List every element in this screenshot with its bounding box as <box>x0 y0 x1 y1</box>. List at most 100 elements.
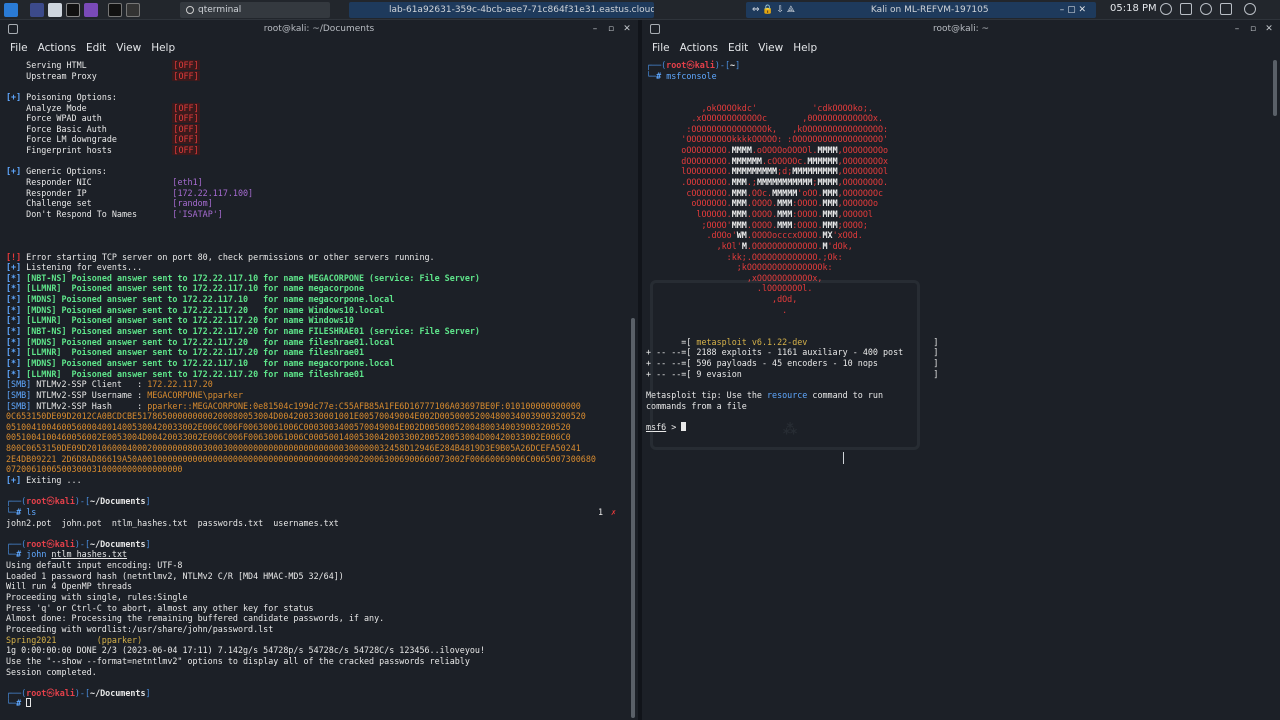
prompt-line: ┌──(root㉿kali)-[~/Documents] <box>6 496 628 507</box>
task-label: Kali on ML-REFVM-197105 <box>870 4 989 15</box>
msf-art-text: 'oOO. <box>797 187 823 198</box>
minimize-icon[interactable]: – <box>590 24 600 34</box>
blank-line <box>6 486 628 497</box>
msf-art-line: ;kOOOOOOOOOOOOOOOk: <box>646 262 1270 273</box>
workspace-2-icon[interactable] <box>126 2 140 17</box>
john-output: Proceeding with wordlist:/usr/share/john… <box>6 623 274 634</box>
output-line: Will run 4 OpenMP threads <box>6 581 628 592</box>
event-prefix: [*] <box>6 304 22 315</box>
task-browser-lab[interactable]: lab-61a92631-359c-4bcb-aee7-71c864f31e31… <box>349 1 654 18</box>
msf-art-text: MMMM <box>817 145 838 156</box>
close-icon[interactable]: ✕ <box>1264 24 1274 34</box>
msf-art-text: WM <box>736 230 747 241</box>
msf-art-text: MX <box>822 230 833 241</box>
menubar-left: File Actions Edit View Help <box>0 38 638 58</box>
event-text: Listening for events... <box>21 262 143 273</box>
menu-view[interactable]: View <box>758 42 783 54</box>
msf-art-text: ,OOOOOOOOx <box>837 155 889 166</box>
kali-watermark-icon: ⁂ <box>782 422 798 438</box>
prompt-user: root <box>26 687 47 698</box>
msf-art-text: MMM <box>731 219 747 230</box>
notification-icon[interactable] <box>1200 3 1212 15</box>
close-icon[interactable]: ✕ <box>622 24 632 34</box>
prompt-host: kali <box>54 496 75 507</box>
terminal-launcher-icon[interactable] <box>66 2 80 17</box>
responder-option-line: [+] Poisoning Options: <box>6 92 628 103</box>
john-summary: Session completed. <box>6 666 97 677</box>
exit-text: Exiting ... <box>21 474 82 485</box>
msf-art-text: .cOOOOOc. <box>761 155 808 166</box>
task-kali-vm[interactable]: ⇔ 🔒 ⇩ ⟁ Kali on ML-REFVM-197105 – ▢ ✕ <box>746 1 1096 18</box>
menu-edit[interactable]: Edit <box>728 42 748 54</box>
msf-art-line: 'OOOOOOOOOkkkkOOOOO: :OOOOOOOOOOOOOOOOOO… <box>646 134 1270 145</box>
responder-option-line: Serving HTML [OFF] <box>6 60 628 71</box>
minimize-icon[interactable]: – <box>1232 24 1242 34</box>
scrollbar-right[interactable] <box>1273 60 1277 116</box>
prompt-frame: ┌──( <box>6 687 27 698</box>
msf-art-line: ,okOOOOkdc' 'cdkOOOOko;. <box>646 103 1270 114</box>
msf-art-text: MMM <box>777 219 793 230</box>
smb-tag: [SMB] <box>6 400 32 411</box>
terminal-left[interactable]: root@kali: ~/Documents – ▫ ✕ File Action… <box>0 20 638 720</box>
msf-art-text: ,OOOOOl <box>837 208 873 219</box>
prompt-frame: └─ <box>6 506 17 517</box>
msf-art-line: ;OOOO'MMM.OOOO.MMM:OOOO.MMM;OOOO; <box>646 220 1270 231</box>
msf-art-text: :OOOO. <box>792 219 823 230</box>
msf-art-text: MMM <box>731 177 747 188</box>
network-icon[interactable] <box>1160 3 1172 15</box>
prompt-path: ~/Documents <box>90 538 146 549</box>
file-manager-icon[interactable] <box>48 2 62 17</box>
menu-edit[interactable]: Edit <box>86 42 106 54</box>
responder-option-line: Force Basic Auth [OFF] <box>6 123 628 135</box>
show-desktop-icon[interactable] <box>30 2 44 17</box>
vm-window-buttons[interactable]: – ▢ ✕ <box>1060 5 1086 15</box>
terminal-output-left[interactable]: Serving HTML [OFF] Upstream Proxy [OFF][… <box>6 60 628 709</box>
option-label: Force LM downgrade <box>6 134 173 145</box>
menu-file[interactable]: File <box>652 42 670 54</box>
volume-icon[interactable] <box>1180 3 1192 15</box>
scrollbar-left[interactable] <box>631 318 635 718</box>
menu-help[interactable]: Help <box>793 42 817 54</box>
hash-text: 07200610065003000310000000000000000 <box>6 464 183 475</box>
menu-actions[interactable]: Actions <box>680 42 718 54</box>
clock[interactable]: 05:18 PM <box>1110 3 1157 14</box>
maximize-icon[interactable]: ▫ <box>606 24 616 34</box>
prompt-frame: ┌──( <box>6 496 27 507</box>
prompt-host: kali <box>54 687 75 698</box>
maximize-icon[interactable]: ▫ <box>1248 24 1258 34</box>
power-icon[interactable] <box>1244 3 1256 15</box>
output-line: Use the "--show --format=netntlmv2" opti… <box>6 656 628 667</box>
prompt-user: root <box>666 60 687 70</box>
option-off-badge: [OFF] <box>172 70 200 81</box>
msf-art-text: ;OOOO; <box>837 219 868 230</box>
menu-view[interactable]: View <box>116 42 141 54</box>
responder-option-line: [+] Generic Options: <box>6 166 628 177</box>
msf-art-text: ,okOOOOkdc' 'cdkOOOOko;. <box>646 102 873 113</box>
menu-help[interactable]: Help <box>151 42 175 54</box>
browser-icon[interactable] <box>84 2 98 17</box>
command-line: └─# <box>6 698 628 709</box>
msf-art-text: :OOOOOOOOOOOOOOOk, ,kOOOOOOOOOOOOOOOO: <box>646 123 889 134</box>
prompt-hash: # <box>16 549 27 560</box>
event-prefix: [*] <box>6 315 22 326</box>
output-line: john2.pot john.pot ntlm_hashes.txt passw… <box>6 518 628 529</box>
workspace-1-icon[interactable] <box>108 2 122 17</box>
menu-actions[interactable]: Actions <box>38 42 76 54</box>
option-value: [random] <box>172 198 213 209</box>
event-line: [*] [LLMNR] Poisoned answer sent to 172.… <box>6 315 628 326</box>
event-text: [LLMNR] Poisoned answer sent to 172.22.1… <box>21 368 365 379</box>
prompt-skull-icon: ㉿ <box>686 60 695 70</box>
kali-menu-icon[interactable] <box>4 2 18 17</box>
vm-controls-icon: ⇔ 🔒 ⇩ ⟁ <box>752 4 795 15</box>
responder-option-line: Force LM downgrade [OFF] <box>6 134 628 145</box>
output-line: Proceeding with single, rules:Single <box>6 592 628 603</box>
lock-icon[interactable] <box>1220 3 1232 15</box>
option-label: Responder IP <box>6 187 173 198</box>
prompt-path: ~/Documents <box>90 687 146 698</box>
msf-art-text: ;OOOO' <box>646 219 732 230</box>
menu-file[interactable]: File <box>10 42 28 54</box>
task-qterminal[interactable]: qterminal <box>180 1 330 18</box>
responder-option-line: Responder IP [172.22.117.100] <box>6 188 628 199</box>
john-output: Proceeding with single, rules:Single <box>6 592 188 603</box>
